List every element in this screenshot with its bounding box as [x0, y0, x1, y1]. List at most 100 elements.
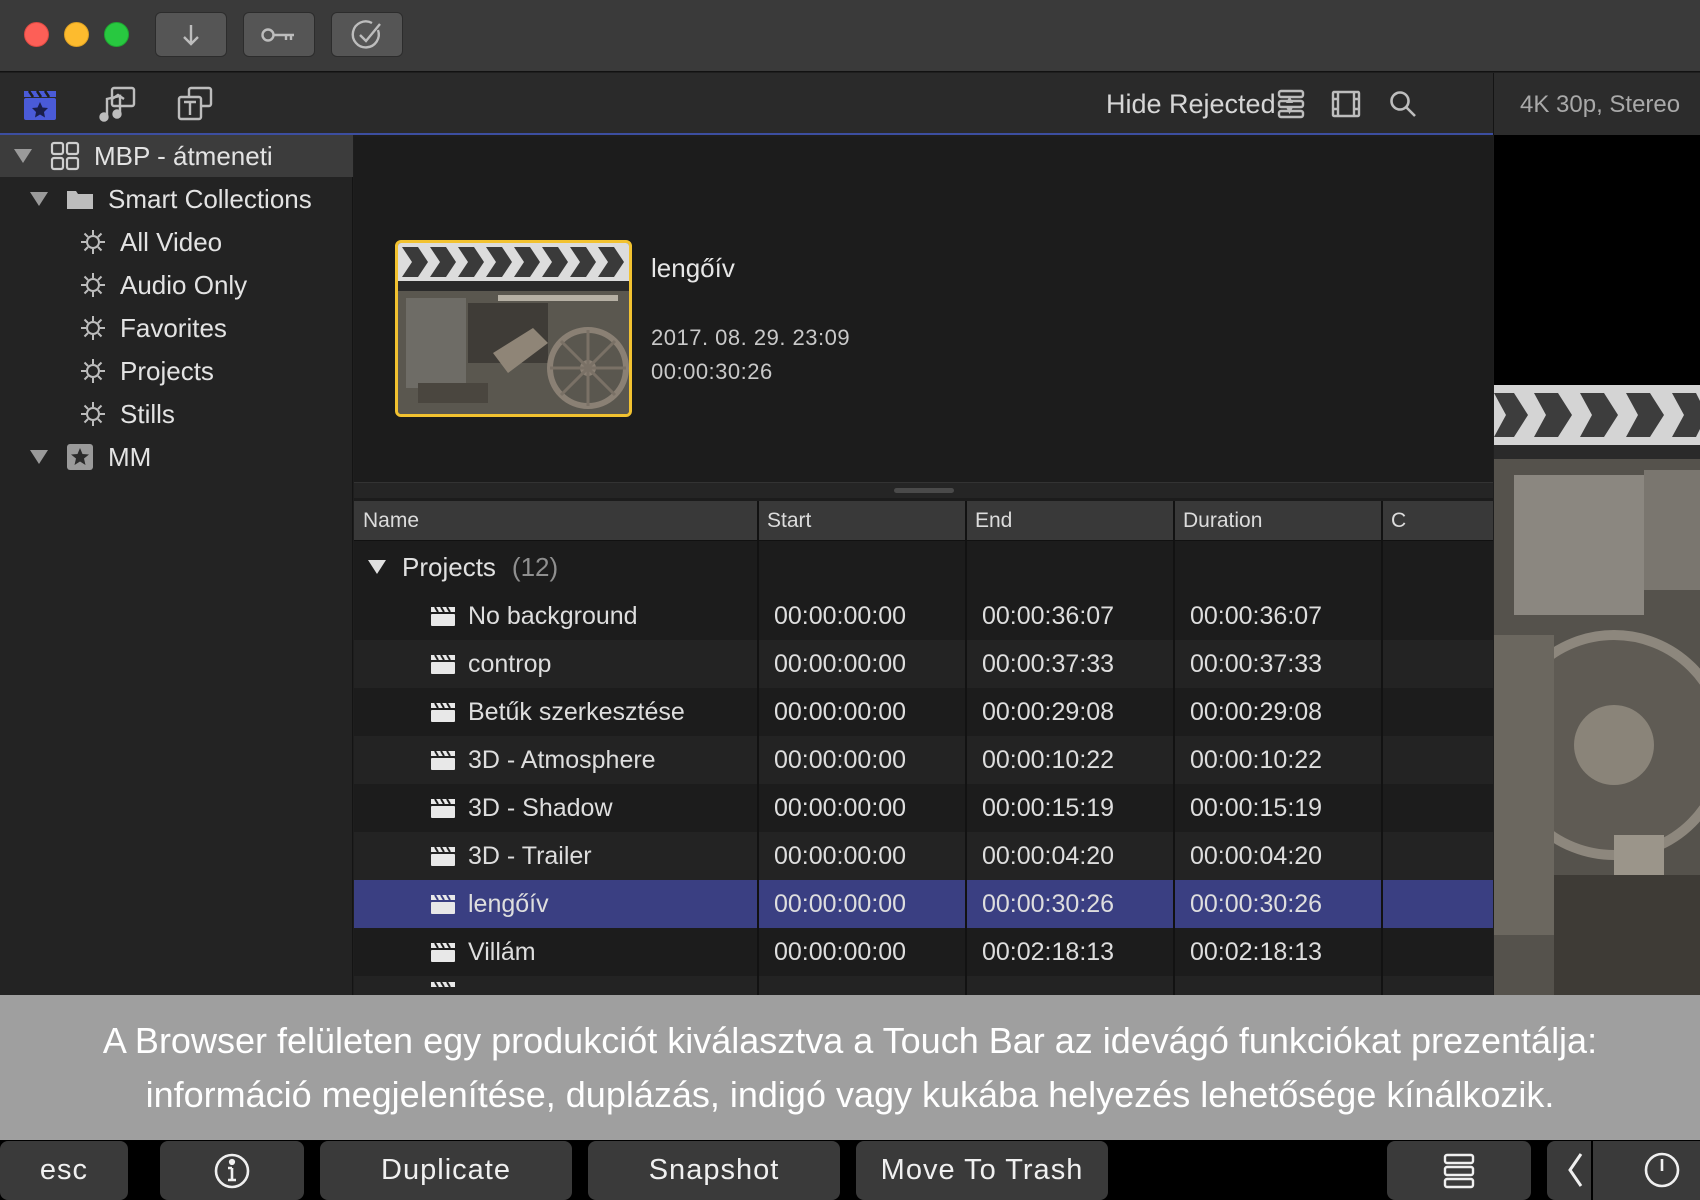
row-name: controp	[468, 649, 552, 678]
sidebar-item-label: All Video	[120, 226, 223, 257]
zoom-window-button[interactable]	[104, 22, 129, 47]
import-button[interactable]	[155, 12, 227, 57]
table-row[interactable]: Betűk szerkesztése 00:00:00:00 00:00:29:…	[354, 688, 1493, 736]
background-tasks-button[interactable]	[331, 12, 403, 57]
column-separator[interactable]	[1381, 501, 1383, 995]
close-window-button[interactable]	[24, 22, 49, 47]
sidebar-item-label: MBP - átmeneti	[94, 140, 273, 171]
row-start: 00:00:00:00	[774, 745, 907, 774]
sidebar-item-audio-only[interactable]: Audio Only	[80, 264, 247, 306]
esc-label: esc	[39, 1154, 89, 1186]
gear-icon	[80, 315, 106, 341]
group-row-projects[interactable]: Projects (12)	[354, 542, 1493, 592]
row-duration: 00:00:10:22	[1190, 745, 1323, 774]
clip-appearance-button[interactable]	[1270, 83, 1312, 125]
column-separator[interactable]	[965, 501, 967, 995]
search-button[interactable]	[1382, 83, 1424, 125]
row-end: 00:00:30:26	[982, 889, 1115, 918]
column-separator[interactable]	[757, 501, 759, 995]
titles-generators-button[interactable]	[174, 83, 216, 125]
project-clapper-icon	[430, 976, 456, 995]
download-arrow-icon	[183, 24, 199, 46]
row-duration: 00:00:15:19	[1190, 793, 1323, 822]
clip-appearance-touch-button[interactable]	[1387, 1141, 1531, 1200]
row-duration: 00:00:37:33	[1190, 649, 1323, 678]
caption-banner: A Browser felületen egy produkciót kivál…	[0, 995, 1700, 1140]
row-duration: 00:00:30:26	[1190, 889, 1323, 918]
sidebar-item-all-video[interactable]: All Video	[80, 221, 222, 263]
snapshot-button[interactable]: Snapshot	[588, 1141, 840, 1200]
row-name: lengőív	[468, 889, 549, 918]
folder-icon	[66, 188, 94, 210]
row-start: 00:00:00:00	[774, 841, 907, 870]
clip-filter-popup[interactable]: Hide Rejected ▲ ▼	[1106, 89, 1295, 120]
table-row[interactable]: 3D - Trailer 00:00:00:00 00:00:04:20 00:…	[354, 832, 1493, 880]
viewer[interactable]	[1494, 135, 1700, 995]
table-row[interactable]: 3D - Atmosphere 00:00:00:00 00:00:10:22 …	[354, 736, 1493, 784]
touch-bar: esc Duplicate Snapshot Move To Trash	[0, 1140, 1700, 1200]
sidebar-item-label: MM	[108, 441, 152, 472]
move-to-trash-button[interactable]: Move To Trash	[856, 1141, 1108, 1200]
column-header-c[interactable]: C	[1382, 501, 1493, 541]
column-header-start[interactable]: Start	[758, 501, 966, 541]
duplicate-button[interactable]: Duplicate	[320, 1141, 572, 1200]
row-duration: 00:00:04:20	[1190, 841, 1323, 870]
disclosure-triangle-icon[interactable]	[30, 450, 48, 464]
sidebar-item-favorites[interactable]: Favorites	[80, 307, 227, 349]
sidebar-item-library[interactable]: MBP - átmeneti	[14, 135, 273, 177]
sidebar-item-stills[interactable]: Stills	[80, 393, 175, 435]
control-strip	[1547, 1141, 1700, 1200]
keywords-button[interactable]	[243, 12, 315, 57]
event-star-icon	[66, 443, 94, 471]
disclosure-triangle-icon[interactable]	[14, 149, 32, 163]
libraries-button[interactable]	[19, 83, 61, 125]
titles-icon	[177, 86, 213, 121]
row-duration: 00:00:36:07	[1190, 601, 1323, 630]
table-row[interactable]: Villám 00:00:00:00 00:02:18:13 00:02:18:…	[354, 928, 1493, 976]
splitter-grip[interactable]	[894, 488, 954, 493]
table-row[interactable]: No background 00:00:00:00 00:00:36:07 00…	[354, 592, 1493, 640]
sidebar-item-label: Stills	[120, 398, 175, 429]
project-clapper-icon	[430, 592, 456, 640]
info-button[interactable]	[160, 1141, 304, 1200]
column-header-end[interactable]: End	[966, 501, 1174, 541]
pane-splitter[interactable]	[354, 482, 1493, 498]
clip-thumbnail[interactable]	[395, 240, 632, 417]
column-separator[interactable]	[1173, 501, 1175, 995]
project-clapper-icon	[430, 736, 456, 784]
checkmark-circle-icon	[351, 19, 381, 49]
clip-date: 2017. 08. 29. 23:09	[651, 325, 851, 350]
sidebar-item-smart-collections[interactable]: Smart Collections	[30, 178, 312, 220]
photos-audio-button[interactable]	[97, 83, 139, 125]
row-name: No background	[468, 601, 638, 630]
siri-power-icon[interactable]	[1643, 1151, 1681, 1197]
column-header-duration[interactable]: Duration	[1174, 501, 1382, 541]
sidebar-item-label: Smart Collections	[108, 183, 312, 214]
row-start: 00:00:00:00	[774, 793, 907, 822]
snapshot-label: Snapshot	[648, 1154, 780, 1186]
table-row[interactable]: controp 00:00:00:00 00:00:37:33 00:00:37…	[354, 640, 1493, 688]
row-end: 00:00:15:19	[982, 793, 1115, 822]
group-label: Projects	[402, 551, 496, 582]
table-row-partial[interactable]	[354, 976, 1493, 995]
disclosure-triangle-icon[interactable]	[368, 560, 386, 574]
sidebar-item-event-mm[interactable]: MM	[30, 436, 151, 478]
column-header-name[interactable]: Name	[354, 501, 758, 541]
clapper-star-icon	[24, 90, 56, 120]
chevron-left-icon[interactable]	[1565, 1151, 1585, 1197]
filmstrip-view-button[interactable]	[1325, 83, 1367, 125]
row-name: Betűk szerkesztése	[468, 697, 685, 726]
info-icon	[214, 1153, 250, 1188]
table-row[interactable]: 3D - Shadow 00:00:00:00 00:00:15:19 00:0…	[354, 784, 1493, 832]
sidebar-item-projects[interactable]: Projects	[80, 350, 214, 392]
row-name: 3D - Atmosphere	[468, 745, 656, 774]
esc-key[interactable]: esc	[0, 1141, 128, 1200]
gear-icon	[80, 272, 106, 298]
title-bar	[0, 0, 1700, 72]
row-name: 3D - Shadow	[468, 793, 613, 822]
caption-text: A Browser felületen egy produkciót kivál…	[102, 1019, 1598, 1115]
row-end: 00:00:04:20	[982, 841, 1115, 870]
disclosure-triangle-icon[interactable]	[30, 192, 48, 206]
table-row-selected[interactable]: lengőív 00:00:00:00 00:00:30:26 00:00:30…	[354, 880, 1493, 928]
minimize-window-button[interactable]	[64, 22, 89, 47]
